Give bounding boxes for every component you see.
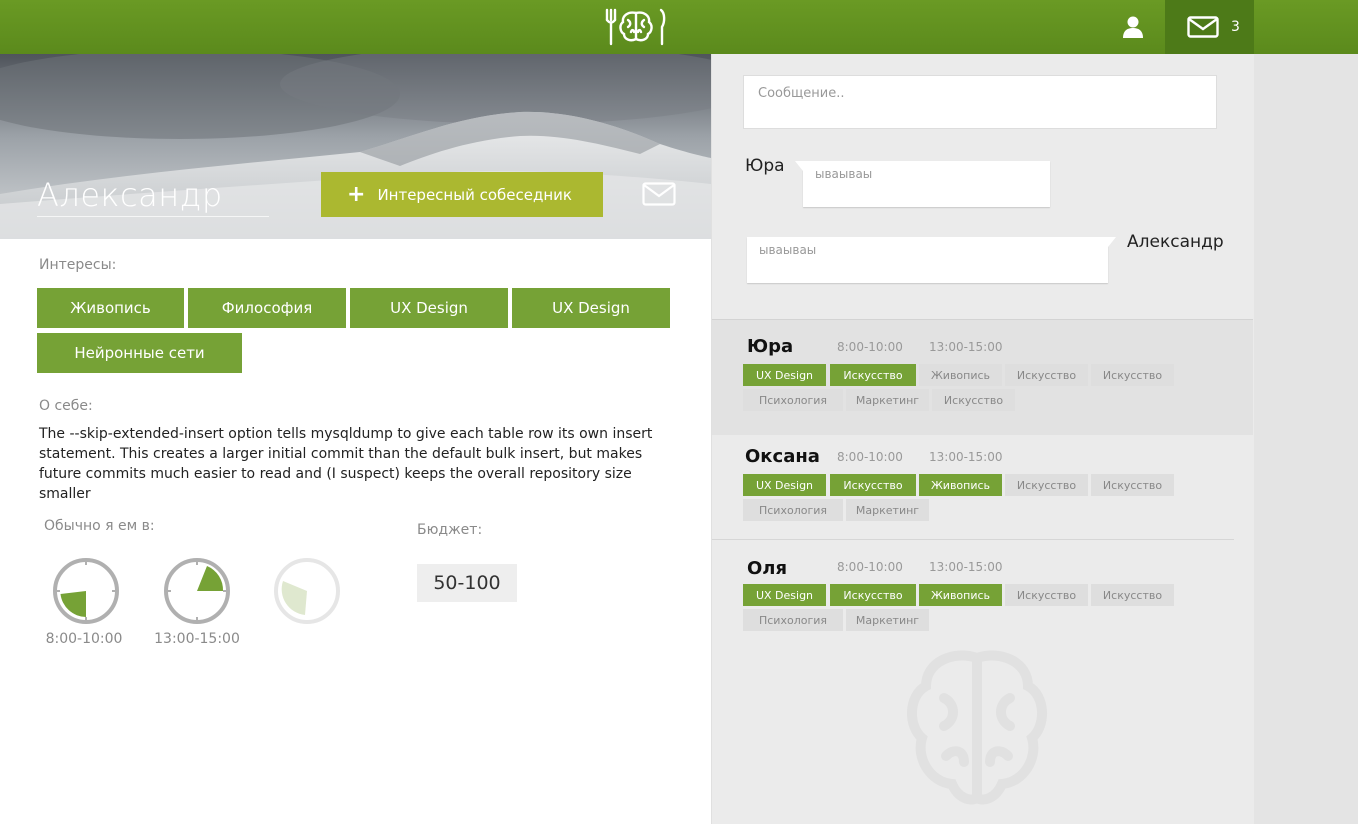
- interest-tag[interactable]: UX Design: [350, 288, 508, 328]
- interest-chip: Психология: [743, 389, 843, 411]
- message-bubble: ываываы: [795, 161, 1050, 207]
- interest-chip: Искусство: [1005, 364, 1088, 386]
- add-button-label: Интересный собеседник: [377, 185, 572, 204]
- interest-tag[interactable]: Нейронные сети: [37, 333, 242, 373]
- person-name: Оля: [747, 558, 788, 579]
- interest-chip: Психология: [743, 499, 843, 521]
- person-time: 8:00-10:00: [837, 450, 903, 464]
- unread-count: 3: [1231, 19, 1240, 35]
- message-author: Александр: [1127, 232, 1224, 252]
- interest-chip: Живопись: [919, 584, 1002, 606]
- person-time: 8:00-10:00: [837, 560, 903, 574]
- person-time: 13:00-15:00: [929, 340, 1003, 354]
- add-interesting-button[interactable]: + Интересный собеседник: [321, 172, 603, 217]
- budget-label: Бюджет:: [417, 522, 483, 538]
- top-bar: 3: [0, 0, 1358, 54]
- interest-chip: Искусство: [830, 474, 916, 496]
- plus-icon: +: [347, 182, 366, 207]
- message-bubble: ываываы: [747, 237, 1116, 283]
- message-input[interactable]: Сообщение..: [743, 75, 1217, 129]
- interest-chip: Искусство: [1091, 474, 1174, 496]
- person-time: 13:00-15:00: [929, 450, 1003, 464]
- interest-chip: Искусство: [1091, 364, 1174, 386]
- messages-button[interactable]: 3: [1165, 0, 1254, 54]
- interests-label: Интересы:: [39, 257, 117, 273]
- interest-chip: UX Design: [743, 474, 826, 496]
- message-author: Юра: [745, 156, 785, 176]
- user-button[interactable]: [1110, 0, 1156, 54]
- profile-name: Александр: [37, 176, 269, 217]
- person-time: 8:00-10:00: [837, 340, 903, 354]
- interest-chip: Живопись: [919, 474, 1002, 496]
- interest-chip: UX Design: [743, 584, 826, 606]
- about-text: The --skip-extended-insert option tells …: [39, 426, 653, 502]
- person-name: Юра: [747, 336, 794, 357]
- about-label: О себе:: [39, 398, 93, 414]
- interest-chip: Искусство: [932, 389, 1015, 411]
- interest-chip: Маркетинг: [846, 609, 929, 631]
- interest-chip: Искусство: [830, 584, 916, 606]
- send-message-icon[interactable]: [642, 182, 676, 206]
- interest-chip: Психология: [743, 609, 843, 631]
- interest-tag[interactable]: Живопись: [37, 288, 184, 328]
- fork-brain-knife-logo[interactable]: [604, 8, 668, 46]
- eat-times-label: Обычно я ем в:: [44, 518, 155, 534]
- interest-chip: Искусство: [1091, 584, 1174, 606]
- interest-tag[interactable]: UX Design: [512, 288, 670, 328]
- person-time: 13:00-15:00: [929, 560, 1003, 574]
- eat-time-label: 13:00-15:00: [154, 631, 240, 647]
- side-strip: [1254, 54, 1358, 824]
- clock-icon: [164, 558, 230, 624]
- user-icon: [1123, 16, 1143, 38]
- interest-chip: Искусство: [1005, 474, 1088, 496]
- interest-chip: Искусство: [830, 364, 916, 386]
- interest-chip: Живопись: [919, 364, 1002, 386]
- interest-chip: Искусство: [1005, 584, 1088, 606]
- clock-icon: [53, 558, 119, 624]
- brain-watermark-icon: [906, 650, 1048, 805]
- clock-icon[interactable]: [273, 557, 341, 625]
- person-name: Оксана: [745, 446, 820, 467]
- interest-chip: Маркетинг: [846, 389, 929, 411]
- eat-time-label: 8:00-10:00: [45, 631, 123, 647]
- envelope-icon: [1187, 16, 1219, 38]
- interest-chip: UX Design: [743, 364, 826, 386]
- budget-value: 50-100: [417, 564, 517, 602]
- interest-tag[interactable]: Философия: [188, 288, 346, 328]
- interest-chip: Маркетинг: [846, 499, 929, 521]
